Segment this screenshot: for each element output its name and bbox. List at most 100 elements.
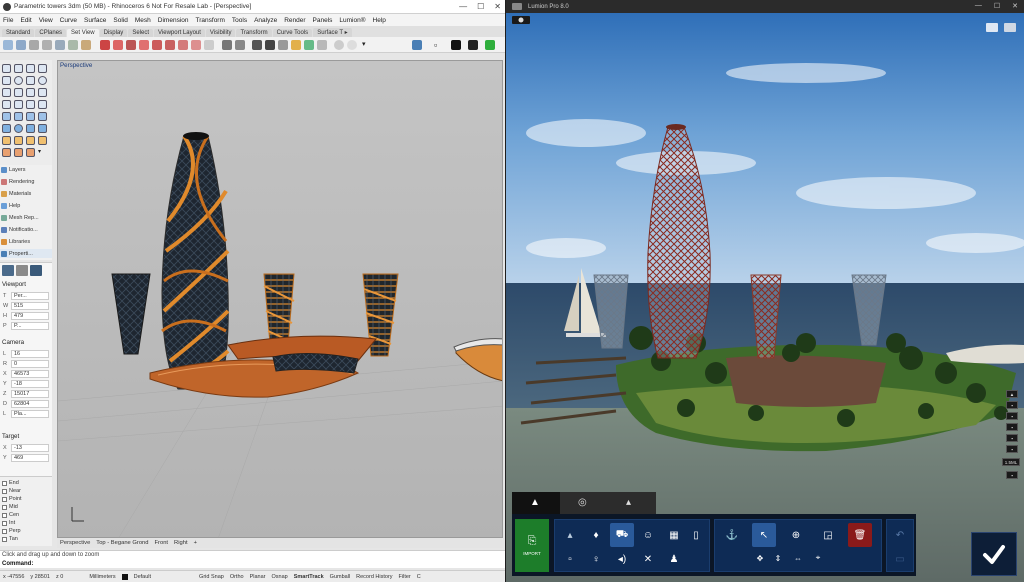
menu-transform[interactable]: Transform <box>196 17 225 24</box>
move-icon[interactable] <box>2 136 11 145</box>
move-horizontal-button[interactable]: ⇔ <box>790 549 806 567</box>
lumion-link-icon[interactable] <box>485 40 495 50</box>
grid-icon[interactable] <box>278 40 288 50</box>
checkbox[interactable] <box>2 496 7 502</box>
tab-standard[interactable]: Standard <box>2 29 35 37</box>
join-icon[interactable] <box>38 100 47 109</box>
current-layer[interactable]: Default <box>134 574 151 580</box>
indoor-category-button[interactable]: ▦ <box>662 523 686 547</box>
arc-icon[interactable] <box>26 76 35 85</box>
mirror-icon[interactable] <box>2 148 11 157</box>
select-icon[interactable] <box>2 64 11 73</box>
prop-row[interactable]: T Per... <box>3 291 49 300</box>
maximize-button[interactable]: ☐ <box>477 2 484 11</box>
layer-icon[interactable] <box>412 40 422 50</box>
view-mode-icon[interactable] <box>1004 23 1016 32</box>
ground-plane-icon[interactable] <box>304 40 314 50</box>
panel-tab-libraries[interactable]: Libraries <box>0 237 52 246</box>
checkbox[interactable] <box>2 504 7 510</box>
panel-tab-properties[interactable]: Properti... <box>0 249 52 258</box>
tab-select[interactable]: Select <box>128 29 153 37</box>
zoom-icon[interactable] <box>29 40 39 50</box>
set-camera-icon[interactable] <box>235 40 245 50</box>
menu-lumion[interactable]: Lumion® <box>339 17 365 24</box>
view-front-icon[interactable] <box>113 40 123 50</box>
pan-icon[interactable] <box>3 40 13 50</box>
sweep-icon[interactable] <box>38 112 47 121</box>
prop-row[interactable]: H 479 <box>3 311 49 320</box>
nature-category-button[interactable]: ▴ <box>558 523 582 547</box>
panel-tab-materials[interactable]: Materials <box>0 189 52 198</box>
move-vertical-button[interactable]: ⇕ <box>770 549 786 567</box>
viewport-title[interactable]: Perspective <box>60 62 92 69</box>
menu-analyze[interactable]: Analyze <box>254 17 277 24</box>
command-prompt[interactable]: Command: <box>2 561 33 567</box>
nav-button-6[interactable]: ▪ <box>1006 445 1018 453</box>
prop-row[interactable]: R0 <box>3 359 49 368</box>
offset-icon[interactable] <box>26 88 35 97</box>
panel-tab-mesh-repair[interactable]: Mesh Rep... <box>0 213 52 222</box>
file-category-button[interactable]: ▫ <box>558 547 582 571</box>
fire-category-button[interactable]: ♦ <box>584 523 608 547</box>
menu-help[interactable]: Help <box>373 17 386 24</box>
settings-props-icon[interactable] <box>30 265 42 276</box>
outdoor-category-button[interactable]: ▯ <box>684 523 708 547</box>
delete-object-button[interactable]: 🗑 <box>848 523 872 547</box>
undo-button[interactable]: ↶ <box>888 523 912 547</box>
osnap-int[interactable]: Int <box>2 519 15 527</box>
osnap-end[interactable]: End <box>2 479 19 487</box>
view-bottom-icon[interactable] <box>152 40 162 50</box>
lumion-sync-icon[interactable] <box>468 40 478 50</box>
menu-view[interactable]: View <box>39 17 53 24</box>
zoom-extents-icon[interactable] <box>55 40 65 50</box>
osnap-cen[interactable]: Cen <box>2 511 19 519</box>
tab-visibility[interactable]: Visibility <box>205 29 236 37</box>
command-area[interactable]: Click and drag up and down to zoom Comma… <box>0 550 505 568</box>
rotate-view-icon[interactable] <box>16 40 26 50</box>
zoom-window-icon[interactable] <box>42 40 52 50</box>
vp-tab-front[interactable]: Front <box>155 540 169 546</box>
camera-icon[interactable] <box>222 40 232 50</box>
array-icon[interactable] <box>14 148 23 157</box>
perspective-viewport[interactable]: Perspective <box>57 60 503 538</box>
ellipse-icon[interactable] <box>38 76 47 85</box>
tab-display[interactable]: Display <box>99 29 128 37</box>
point-icon[interactable] <box>14 64 23 73</box>
extrude-icon[interactable] <box>26 112 35 121</box>
menu-tools[interactable]: Tools <box>232 17 247 24</box>
layer-color-swatch[interactable] <box>121 573 128 580</box>
named-views-icon[interactable] <box>204 40 214 50</box>
checkbox[interactable] <box>2 520 7 526</box>
trim-icon[interactable] <box>14 100 23 109</box>
viewport-props-icon[interactable] <box>2 265 14 276</box>
toggle-ortho[interactable]: Ortho <box>230 574 244 580</box>
panel-tab-help[interactable]: Help <box>0 201 52 210</box>
close-button[interactable]: ✕ <box>494 2 501 11</box>
transport-category-button[interactable]: ⛟ <box>610 523 634 547</box>
dimension-icon[interactable] <box>26 148 35 157</box>
fillet-icon[interactable] <box>38 88 47 97</box>
split-icon[interactable] <box>26 100 35 109</box>
tab-transform[interactable]: Transform <box>236 29 272 37</box>
prop-row[interactable]: Y 469 <box>3 453 49 462</box>
checkbox[interactable] <box>2 488 7 494</box>
rotate-icon[interactable] <box>26 136 35 145</box>
osnap-point[interactable]: Point <box>2 495 22 503</box>
nav-button-7[interactable]: ▪ <box>1006 471 1018 479</box>
menu-render[interactable]: Render <box>284 17 305 24</box>
toggle-planar[interactable]: Planar <box>250 574 266 580</box>
render-view-icon[interactable] <box>265 40 275 50</box>
surface-icon[interactable] <box>2 112 11 121</box>
lumion-minimize-button[interactable]: — <box>975 2 982 10</box>
vp-tab-top[interactable]: Top - Begane Grond <box>96 540 148 546</box>
tab-cplanes[interactable]: CPlanes <box>35 29 67 37</box>
tab-set-view[interactable]: Set View <box>67 29 99 37</box>
import-button[interactable]: ⎘ IMPORT <box>515 519 549 572</box>
tab-viewport-layout[interactable]: Viewport Layout <box>154 29 205 37</box>
tab-landscape[interactable]: ▴ <box>608 492 656 514</box>
nav-up-button[interactable]: ▲ <box>1006 390 1018 398</box>
menu-dimension[interactable]: Dimension <box>158 17 189 24</box>
vp-tab-right[interactable]: Right <box>174 540 188 546</box>
checkbox[interactable] <box>2 512 7 518</box>
sun-icon[interactable] <box>291 40 301 50</box>
